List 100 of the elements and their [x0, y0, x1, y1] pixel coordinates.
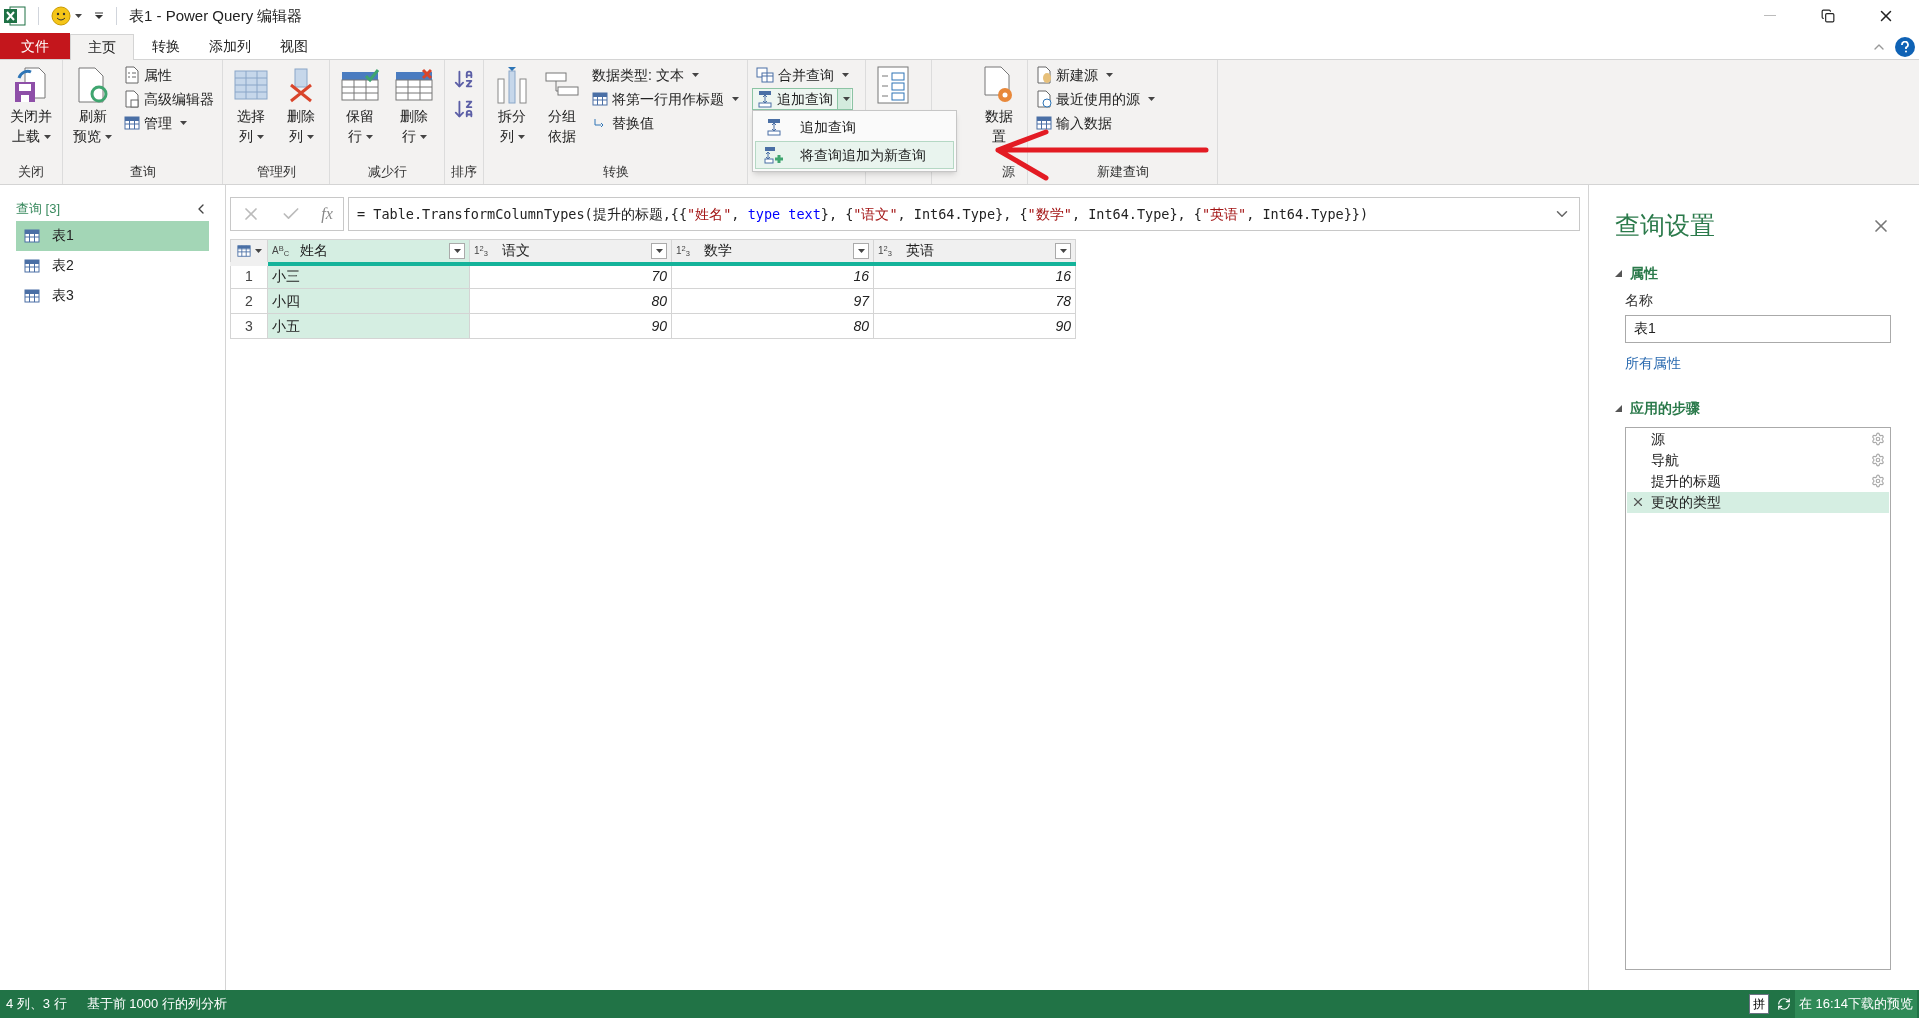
ribbon-button[interactable]: 刷新 预览 — [67, 60, 118, 146]
step-item[interactable]: 提升的标题 — [1627, 470, 1889, 492]
ribbon-tab[interactable]: 文件 — [0, 33, 70, 59]
caret-icon — [691, 73, 699, 77]
ribbon-button[interactable]: 数据类型: 文本 — [588, 64, 743, 86]
ribbon-button[interactable]: 保留 行 — [334, 60, 386, 146]
formula-field[interactable]: = Table.TransformColumnTypes(提升的标题,{{"姓名", type text}, {"语文", Int64.Type}, {"数学", Int64.Type}, {"英语", Int64.Type}}) — [348, 197, 1580, 231]
caret-icon — [306, 135, 314, 140]
group-label: 减少行 — [367, 164, 407, 179]
formula-token: "语文" — [853, 204, 898, 224]
caret-icon — [857, 248, 865, 253]
keep-rows-icon — [340, 68, 380, 102]
append-tables-icon — [757, 90, 773, 108]
properties-icon — [124, 66, 140, 84]
ribbon-button[interactable]: 删除 列 — [277, 60, 325, 146]
table-cell: 90 — [873, 313, 1076, 339]
ribbon-button[interactable]: 属性 — [120, 64, 218, 86]
minimize-icon — [1764, 15, 1776, 17]
ribbon-button[interactable]: 最近使用的源 — [1032, 88, 1159, 110]
all-properties-link[interactable]: 所有属性 — [1625, 352, 1891, 374]
group-label: 新建查询 — [1096, 164, 1149, 179]
field-label: 名称 — [1625, 290, 1654, 310]
query-item[interactable]: 表3 — [16, 280, 209, 311]
parameters-icon — [876, 65, 912, 105]
table-cell: 16 — [873, 263, 1076, 289]
ribbon-button[interactable]: 分组 依据 — [538, 60, 586, 146]
table-menu[interactable] — [230, 239, 268, 264]
menu-item[interactable]: 将查询追加为新查询 — [755, 141, 954, 169]
group-label: 源 — [1002, 164, 1015, 179]
columns-icon — [233, 67, 269, 103]
ribbon-button[interactable]: 合并查询 — [752, 64, 853, 86]
table-cell: 小五 — [267, 313, 470, 339]
help-icon[interactable] — [1895, 37, 1915, 57]
ribbon-button[interactable]: 拆分 列 — [488, 60, 536, 146]
filter-button[interactable] — [853, 242, 869, 259]
caret-icon — [655, 248, 663, 253]
dropdown-button[interactable] — [837, 89, 851, 109]
step-item[interactable]: 源 — [1627, 428, 1889, 450]
section-header: 应用的步骤 — [1630, 398, 1700, 418]
ribbon-button[interactable]: 高级编辑器 — [120, 88, 218, 110]
caret-icon — [453, 248, 461, 253]
spreadsheet-app-icon — [4, 6, 26, 26]
ribbon-button[interactable]: 管理 — [120, 112, 218, 134]
formula-token: "数学" — [1027, 204, 1072, 224]
sort-descending-button[interactable] — [453, 98, 475, 120]
smiley-icon — [51, 6, 71, 26]
table-cell: 90 — [469, 313, 672, 339]
ribbon-button[interactable]: 替换值 — [588, 112, 743, 134]
recent-sources-icon — [1036, 90, 1052, 108]
table-icon — [592, 91, 608, 107]
table-cell: 16 — [671, 263, 874, 289]
caret-icon — [105, 135, 112, 140]
ribbon-button[interactable]: 追加查询 — [753, 88, 837, 110]
ribbon-button[interactable]: 删除 行 — [388, 60, 440, 146]
collapse-triangle-icon — [1615, 404, 1622, 412]
step-item[interactable]: 导航 — [1627, 449, 1889, 471]
table-cell: 80 — [469, 288, 672, 314]
table-cell: 70 — [469, 263, 672, 289]
save-document-icon — [13, 66, 49, 104]
ribbon-tab[interactable]: 添加列 — [198, 33, 262, 59]
delete-step-icon[interactable] — [1631, 495, 1645, 509]
formula-token: = Table.TransformColumnTypes(提升的标题,{{ — [357, 204, 688, 224]
formula-token: "英语" — [1201, 204, 1247, 224]
section-header: 属性 — [1630, 263, 1658, 283]
ribbon-button[interactable]: 输入数据 — [1032, 112, 1159, 134]
name-field[interactable]: 表1 — [1625, 314, 1891, 343]
collapse-triangle-icon — [1615, 269, 1622, 277]
formula-token: , Int64.Type}, { — [1071, 204, 1202, 224]
ribbon-button[interactable]: 新建源 — [1032, 64, 1159, 86]
window-title: 表1 - Power Query 编辑器 — [129, 5, 303, 26]
fx-button[interactable]: fx — [321, 202, 333, 226]
restore-icon — [1821, 9, 1835, 23]
ime-indicator[interactable]: 拼 — [1748, 994, 1769, 1014]
caret-icon — [254, 248, 262, 253]
caret-icon — [75, 14, 82, 18]
table-cell: 78 — [873, 288, 1076, 314]
ribbon-tab[interactable]: 主页 — [70, 34, 134, 60]
ribbon-button[interactable]: 选择 列 — [227, 60, 275, 146]
panel-title: 查询设置 — [1615, 210, 1715, 241]
ribbon-button[interactable]: 数据 置 — [975, 60, 1023, 146]
formula-token: }, { — [820, 204, 854, 224]
preview-icon — [1776, 997, 1791, 1011]
filter-button[interactable] — [449, 242, 465, 259]
ribbon-button[interactable]: 将第一行用作标题 — [588, 88, 743, 110]
queries-header: 查询 [3] — [16, 200, 61, 218]
query-item[interactable]: 表1 — [16, 220, 209, 251]
filter-button[interactable] — [1055, 242, 1071, 259]
menu-item[interactable]: 追加查询 — [755, 113, 954, 141]
column-header[interactable]: A$^{B}$$_{C}$ 姓名 — [267, 239, 470, 264]
group-label: 转换 — [602, 164, 629, 179]
step-item[interactable]: 更改的类型 — [1627, 491, 1889, 513]
caret-icon — [1148, 97, 1155, 101]
ribbon-tab[interactable]: 视图 — [262, 33, 326, 59]
filter-button[interactable] — [651, 242, 667, 259]
ribbon-button[interactable]: 关闭并 上载 — [4, 60, 58, 146]
sort-ascending-button[interactable] — [453, 68, 475, 90]
ribbon-tab[interactable]: 转换 — [134, 33, 198, 59]
query-item[interactable]: 表2 — [16, 250, 209, 281]
table-icon — [124, 115, 140, 131]
caret-icon — [43, 135, 51, 140]
